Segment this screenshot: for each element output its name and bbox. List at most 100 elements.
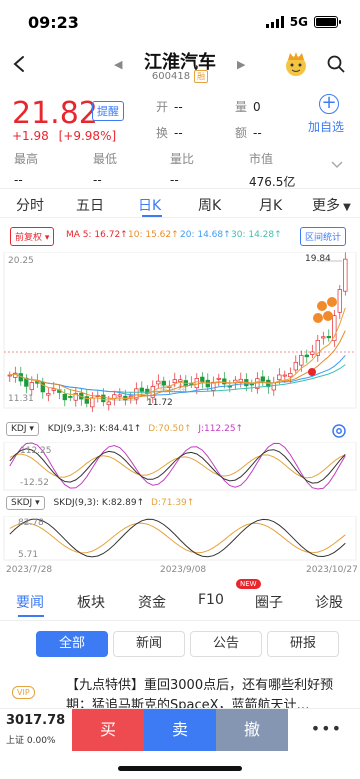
kdj-axis-top: 112.25 — [20, 446, 52, 456]
candle-body — [46, 393, 51, 396]
buy-button[interactable]: 买 — [72, 709, 144, 751]
adjust-button[interactable]: 前复权 ▾ — [10, 227, 55, 246]
cancel-order-button[interactable]: 撤 — [216, 709, 288, 751]
event-marker-icon — [317, 301, 327, 311]
period-tabs: 分时 五日 日K 周K 月K 更多 ▼ — [0, 188, 360, 218]
candle-body — [260, 376, 265, 382]
candle-body — [304, 354, 309, 358]
candle-body — [62, 393, 67, 401]
expand-chevron-icon[interactable] — [330, 160, 344, 170]
next-stock-icon[interactable]: ▶ — [237, 58, 245, 71]
ma5-label: MA 5: 16.72↑ — [66, 230, 128, 240]
tab-sector[interactable]: 板块 — [77, 592, 105, 612]
skdj-k-line — [9, 518, 346, 558]
index-info: 上证 0.00% — [6, 736, 56, 746]
chart-toolbar: 前复权 ▾ MA 5: 16.72↑ 10: 15.62↑ 20: 14.68↑… — [0, 224, 360, 246]
mascot-icon[interactable] — [282, 50, 310, 78]
status-bar: 09:23 5G — [0, 0, 360, 44]
chip-news[interactable]: 新闻 — [113, 631, 185, 657]
candle-body — [156, 380, 161, 385]
ma20-label: 20: 14.68↑ — [180, 230, 231, 240]
tab-diagnosis[interactable]: 诊股 — [315, 592, 343, 612]
candle-body — [51, 388, 56, 391]
candle-body — [90, 397, 95, 408]
kdj-header: KDJ ▾ KDJ(9,3,3): K:84.41↑ D:70.50↑ J:11… — [6, 422, 360, 436]
date-start: 2023/7/28 — [6, 565, 53, 575]
tab-daily-k[interactable]: 日K — [138, 195, 161, 215]
date-mid: 2023/9/08 — [160, 565, 207, 575]
price-change: +1.98 [+9.98%] — [12, 129, 116, 143]
tab-five-day[interactable]: 五日 — [76, 195, 104, 215]
remind-button[interactable]: 提醒 — [92, 101, 124, 121]
add-watchlist-button[interactable]: + 加自选 — [308, 94, 348, 135]
candle-body — [106, 401, 111, 406]
candle-body — [310, 351, 315, 355]
candle-body — [343, 258, 348, 292]
axis-price-bottom: 11.31 — [8, 394, 34, 404]
candle-body — [337, 289, 342, 313]
tab-more[interactable]: 更多 ▼ — [312, 195, 351, 215]
kdj-selector[interactable]: KDJ ▾ — [6, 422, 39, 436]
index-value[interactable]: 3017.78 — [6, 713, 65, 728]
kdj-d-line — [9, 453, 346, 479]
range-stat-button[interactable]: 区间统计 — [300, 227, 347, 246]
date-end: 2023/10/27 — [306, 565, 358, 575]
tab-monthly-k[interactable]: 月K — [259, 195, 282, 215]
settings-icon[interactable] — [330, 422, 348, 440]
kdj-params: KDJ(9,3,3): — [47, 424, 97, 434]
chip-announcement[interactable]: 公告 — [190, 631, 262, 657]
candlestick-chart[interactable]: 华鑫证券 — [0, 252, 360, 412]
tab-intraday[interactable]: 分时 — [16, 195, 44, 215]
tab-weekly-k[interactable]: 周K — [198, 195, 221, 215]
amount-value: -- — [253, 126, 262, 140]
event-marker-icon — [327, 297, 337, 307]
open-field: 开 -- — [156, 100, 183, 114]
volume-value: 0 — [253, 100, 261, 114]
low-mark: 11.72 — [147, 398, 173, 408]
candle-body — [101, 394, 106, 403]
kdj-j-line — [9, 442, 346, 490]
tab-f10[interactable]: F10 — [198, 592, 224, 608]
candle-body — [29, 382, 34, 391]
active-tab-indicator — [142, 215, 162, 217]
kdj-k-line — [9, 448, 346, 484]
volume-field: 量0 — [235, 100, 261, 114]
turnover-field: 换 -- — [156, 126, 183, 140]
more-icon[interactable]: ••• — [311, 719, 342, 738]
skdj-chart — [3, 516, 357, 561]
candle-body — [299, 355, 304, 366]
candle-body — [216, 377, 221, 380]
candle-body — [271, 382, 276, 391]
candle-body — [200, 376, 205, 383]
axis-price-top: 20.25 — [8, 256, 34, 266]
margin-badge: 融 — [194, 70, 209, 83]
status-time: 09:23 — [28, 13, 79, 32]
candle-body — [194, 378, 199, 389]
trade-footer: 3017.78 上证 0.00% 买 卖 撤 ••• — [0, 708, 360, 751]
event-marker-icon — [313, 313, 323, 323]
tab-news-highlights[interactable]: 要闻 — [16, 592, 44, 612]
tab-circle[interactable]: 圈子 — [255, 592, 283, 612]
home-indicator — [118, 766, 242, 771]
kdj-axis-bottom: -12.52 — [20, 478, 50, 488]
tab-funds[interactable]: 资金 — [138, 592, 166, 612]
chip-research[interactable]: 研报 — [267, 631, 339, 657]
event-marker-icon — [323, 311, 333, 321]
turnover-value: -- — [174, 126, 183, 140]
chip-all[interactable]: 全部 — [36, 631, 108, 657]
search-icon[interactable] — [326, 54, 346, 74]
signal-icon — [265, 16, 284, 28]
status-icons: 5G — [265, 15, 341, 29]
candle-body — [117, 394, 122, 397]
event-marker-icon — [308, 368, 316, 376]
candle-body — [161, 380, 166, 386]
sell-button[interactable]: 卖 — [144, 709, 216, 751]
open-value: -- — [174, 100, 183, 114]
candle-body — [293, 361, 298, 371]
candle-body — [178, 379, 183, 383]
skdj-selector[interactable]: SKDJ ▾ — [6, 496, 45, 510]
divider — [0, 620, 360, 621]
amount-field: 额 -- — [235, 126, 262, 140]
stat-volume-ratio: 量比 -- — [170, 152, 195, 187]
kdj-d: D:70.50↑ — [148, 424, 192, 434]
